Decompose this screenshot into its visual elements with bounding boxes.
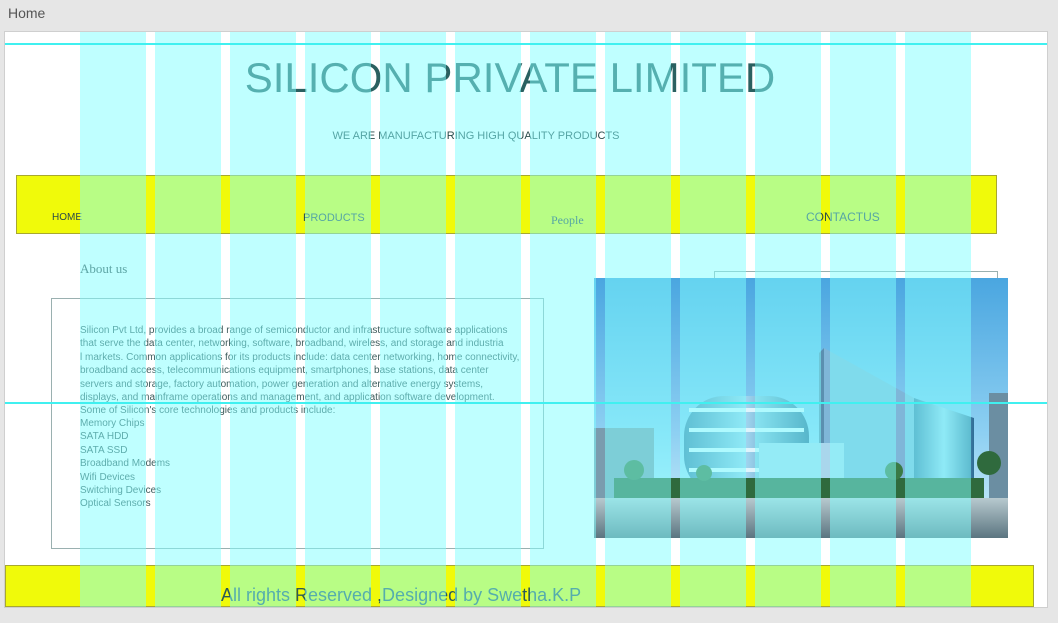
footer-credits: All rights Reserved ,Designed by Swetha.…	[221, 585, 582, 605]
nav-link-people[interactable]: People	[551, 213, 584, 228]
list-item: Broadband Modems	[80, 458, 171, 470]
list-item: SATA HDD	[80, 431, 129, 443]
list-item: SATA SSD	[80, 444, 128, 456]
tagline: WE ARE MANUFACTURING HIGH QUALITY PRODUC…	[332, 130, 620, 142]
about-heading: About us	[80, 261, 128, 276]
list-item: Memory Chips	[80, 418, 145, 429]
tab-bar: Home	[0, 0, 1058, 30]
nav-link-home[interactable]: HOME	[52, 212, 82, 223]
page-title: SILICON PRIVATE LIMITED	[244, 54, 776, 101]
nav-bar: HOME PRODUCTS People CONTACTUS	[16, 175, 997, 234]
footer: All rights Reserved ,Designed by Swetha.…	[5, 565, 1034, 607]
list-item: Switching Devices	[80, 485, 162, 497]
tab-home[interactable]: Home	[8, 5, 45, 21]
nav-link-products[interactable]: PRODUCTS	[303, 212, 365, 224]
page-canvas: SILICON PRIVATE LIMITED WE ARE MANUFACTU…	[4, 31, 1048, 608]
nav-link-contactus[interactable]: CONTACTUS	[806, 210, 880, 224]
about-paragraph: Silicon Pvt Ltd, provides a broad range …	[80, 325, 520, 417]
list-item: Wifi Devices	[80, 471, 136, 483]
product-list: Memory Chips SATA HDD SATA SSD Broadband…	[80, 417, 170, 511]
baseline-guide	[5, 43, 1047, 45]
list-item: Optical Sensors	[80, 498, 151, 510]
building-photo	[594, 278, 1008, 538]
